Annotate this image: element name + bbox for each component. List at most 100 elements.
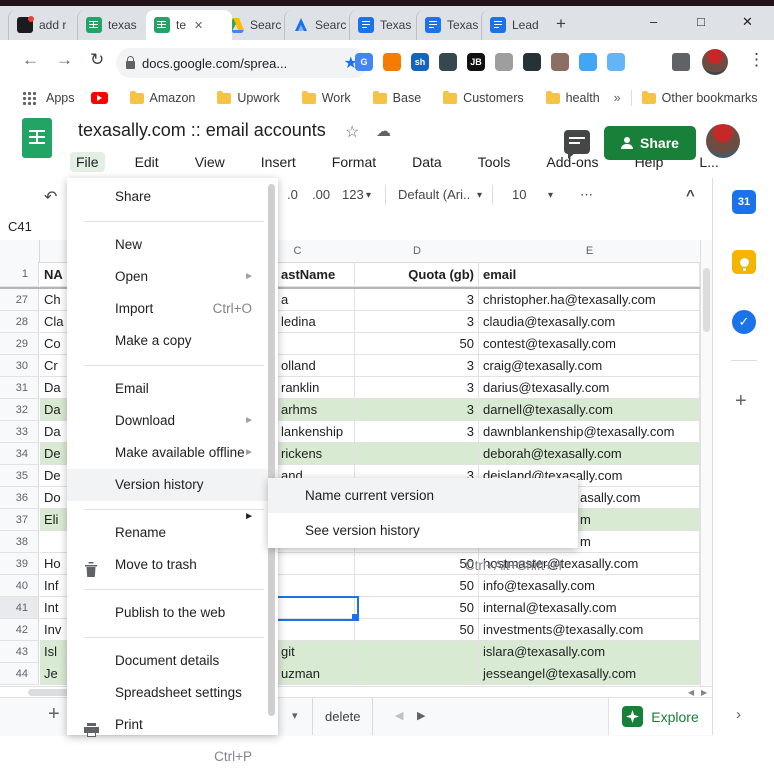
- row-header-43[interactable]: 43: [0, 641, 39, 663]
- row-header-1[interactable]: 1: [0, 262, 39, 287]
- font-size-select[interactable]: 10: [512, 187, 526, 202]
- back-icon[interactable]: ←: [22, 50, 39, 70]
- increase-decimal-button[interactable]: .00: [312, 187, 330, 202]
- account-avatar[interactable]: [706, 124, 740, 158]
- file-menu-item-move-to-trash[interactable]: Move to trash: [67, 549, 278, 581]
- cell-e-32[interactable]: darnell@texasally.com: [479, 399, 700, 421]
- file-menu-item-new[interactable]: New►: [67, 229, 278, 261]
- cell-e-41[interactable]: internal@texasally.com: [479, 597, 700, 619]
- collapse-toolbar-icon[interactable]: ^: [686, 187, 695, 204]
- browser-tab-3[interactable]: te✕: [146, 10, 232, 40]
- other-bookmarks[interactable]: Other bookmarks: [642, 91, 758, 105]
- star-document-icon[interactable]: ☆: [345, 122, 359, 142]
- row-header-40[interactable]: 40: [0, 575, 39, 597]
- cell-e-30[interactable]: craig@texasally.com: [479, 355, 700, 377]
- cell-d-30[interactable]: 3: [355, 355, 479, 377]
- cell-d-40[interactable]: 50: [355, 575, 479, 597]
- bookmark-youtube[interactable]: [91, 92, 108, 104]
- menu-format[interactable]: Format: [326, 152, 382, 172]
- hide-side-panel-icon[interactable]: ›: [736, 706, 741, 723]
- all-sheets-arrow-icon[interactable]: ▾: [292, 709, 298, 722]
- add-addon-icon[interactable]: +: [735, 390, 747, 413]
- explore-button[interactable]: Explore: [608, 698, 712, 735]
- cell-d-34[interactable]: [355, 443, 479, 465]
- file-menu-item-rename[interactable]: Rename: [67, 517, 278, 549]
- column-header-e[interactable]: E: [479, 240, 701, 263]
- bookmark-folder-base[interactable]: Base: [373, 91, 422, 105]
- menu-file[interactable]: File: [70, 152, 105, 172]
- grid-extension-icon[interactable]: [495, 53, 513, 71]
- cell-d-32[interactable]: 3: [355, 399, 479, 421]
- row-header-31[interactable]: 31: [0, 377, 39, 399]
- file-menu-item-email[interactable]: Email►: [67, 373, 278, 405]
- decrease-decimal-button[interactable]: .0: [287, 187, 298, 202]
- row-header-37[interactable]: 37: [0, 509, 39, 531]
- cell-e-27[interactable]: christopher.ha@texasally.com: [479, 289, 700, 311]
- bookmark-folder-work[interactable]: Work: [302, 91, 351, 105]
- cell-d-33[interactable]: 3: [355, 421, 479, 443]
- cell-e-1[interactable]: email: [479, 262, 700, 287]
- row-header-32[interactable]: 32: [0, 399, 39, 421]
- browser-tab-8[interactable]: Lead: [481, 10, 560, 40]
- file-menu-item-download[interactable]: Download►: [67, 405, 278, 437]
- menu-data[interactable]: Data: [406, 152, 448, 172]
- cell-e-31[interactable]: darius@texasally.com: [479, 377, 700, 399]
- photo-extension-icon[interactable]: [551, 53, 569, 71]
- select-all-corner[interactable]: [0, 240, 40, 263]
- keep-icon[interactable]: [732, 250, 756, 274]
- cell-e-33[interactable]: dawnblankenship@texasally.com: [479, 421, 700, 443]
- undo-icon[interactable]: ↶: [44, 187, 57, 207]
- puzzle-extension-icon[interactable]: [672, 53, 690, 71]
- cell-e-42[interactable]: investments@texasally.com: [479, 619, 700, 641]
- row-header-28[interactable]: 28: [0, 311, 39, 333]
- file-menu-item-spreadsheet-settings[interactable]: Spreadsheet settings: [67, 677, 278, 709]
- cell-d-27[interactable]: 3: [355, 289, 479, 311]
- jetbrains-extension-icon[interactable]: JB: [467, 53, 485, 71]
- add-sheet-button[interactable]: +: [48, 703, 60, 726]
- row-header-30[interactable]: 30: [0, 355, 39, 377]
- cell-name-box[interactable]: C41: [8, 219, 32, 234]
- row-header-44[interactable]: 44: [0, 663, 39, 685]
- row-header-35[interactable]: 35: [0, 465, 39, 487]
- column-header-d[interactable]: D: [355, 240, 480, 263]
- sheet-tabs-next-icon[interactable]: ▶: [417, 709, 425, 722]
- fill-handle[interactable]: [352, 614, 358, 620]
- cell-e-28[interactable]: claudia@texasally.com: [479, 311, 700, 333]
- close-button[interactable]: ✕: [742, 14, 753, 30]
- menu-tools[interactable]: Tools: [472, 152, 517, 172]
- sh-extension-icon[interactable]: sh: [411, 53, 429, 71]
- cell-d-1[interactable]: Quota (gb): [355, 262, 479, 287]
- cell-e-44[interactable]: jesseangel@texasally.com: [479, 663, 700, 685]
- bookmark-folder-health[interactable]: health: [546, 91, 600, 105]
- share-button[interactable]: Share: [604, 126, 696, 160]
- row-header-41[interactable]: 41: [0, 597, 39, 619]
- address-bar[interactable]: docs.google.com/sprea... ★: [116, 48, 368, 78]
- row-header-39[interactable]: 39: [0, 553, 39, 575]
- row-header-38[interactable]: 38: [0, 531, 39, 553]
- minimize-button[interactable]: –: [650, 14, 657, 29]
- reload-icon[interactable]: ↻: [90, 50, 104, 70]
- tasks-icon[interactable]: ✓: [732, 310, 756, 334]
- file-menu-item-open[interactable]: OpenCtrl+O: [67, 261, 278, 293]
- browser-profile-avatar[interactable]: [702, 49, 728, 75]
- cell-d-28[interactable]: 3: [355, 311, 479, 333]
- file-menu-item-publish-to-the-web[interactable]: Publish to the web: [67, 597, 278, 629]
- row-header-42[interactable]: 42: [0, 619, 39, 641]
- cloud-extension-icon[interactable]: [579, 53, 597, 71]
- maximize-button[interactable]: □: [697, 14, 705, 29]
- sheet-tab-delete[interactable]: delete: [312, 698, 373, 735]
- lamp-extension-icon[interactable]: [523, 53, 541, 71]
- cell-e-43[interactable]: islara@texasally.com: [479, 641, 700, 663]
- submenu-item-see-version-history[interactable]: See version historyCtrl+Alt+Shift+H: [268, 513, 578, 548]
- gear-extension-icon[interactable]: [439, 53, 457, 71]
- calendar-icon[interactable]: 31: [732, 190, 756, 214]
- row-header-33[interactable]: 33: [0, 421, 39, 443]
- row-header-34[interactable]: 34: [0, 443, 39, 465]
- submenu-item-name-current-version[interactable]: Name current version: [268, 478, 578, 513]
- file-menu-item-import[interactable]: Import: [67, 293, 278, 325]
- file-menu-item-make-available-offline[interactable]: Make available offline: [67, 437, 278, 469]
- menu-view[interactable]: View: [189, 152, 231, 172]
- bookmark-folder-amazon[interactable]: Amazon: [130, 91, 196, 105]
- cell-d-42[interactable]: 50: [355, 619, 479, 641]
- more-toolbar-button[interactable]: ⋯: [580, 187, 593, 203]
